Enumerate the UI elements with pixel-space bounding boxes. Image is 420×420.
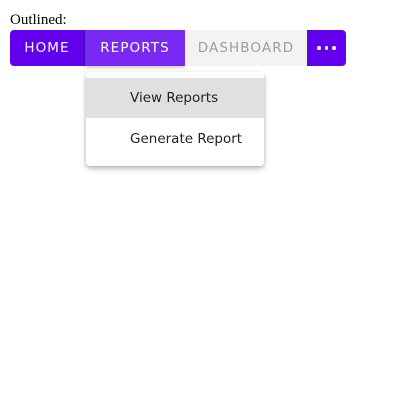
- dashboard-button[interactable]: DASHBOARD: [185, 30, 307, 66]
- home-button[interactable]: HOME: [10, 30, 85, 66]
- reports-dropdown-menu: View Reports Generate Report: [86, 72, 264, 166]
- menu-divider: [86, 72, 264, 77]
- reports-button[interactable]: REPORTS: [85, 30, 185, 66]
- navigation-button-group: HOME REPORTS DASHBOARD: [10, 30, 346, 66]
- caption-label: Outlined:: [10, 12, 67, 28]
- menu-item-generate-report[interactable]: Generate Report: [86, 119, 264, 159]
- more-button[interactable]: [307, 30, 346, 66]
- menu-item-view-reports[interactable]: View Reports: [86, 78, 264, 118]
- more-horizontal-icon: [317, 46, 336, 50]
